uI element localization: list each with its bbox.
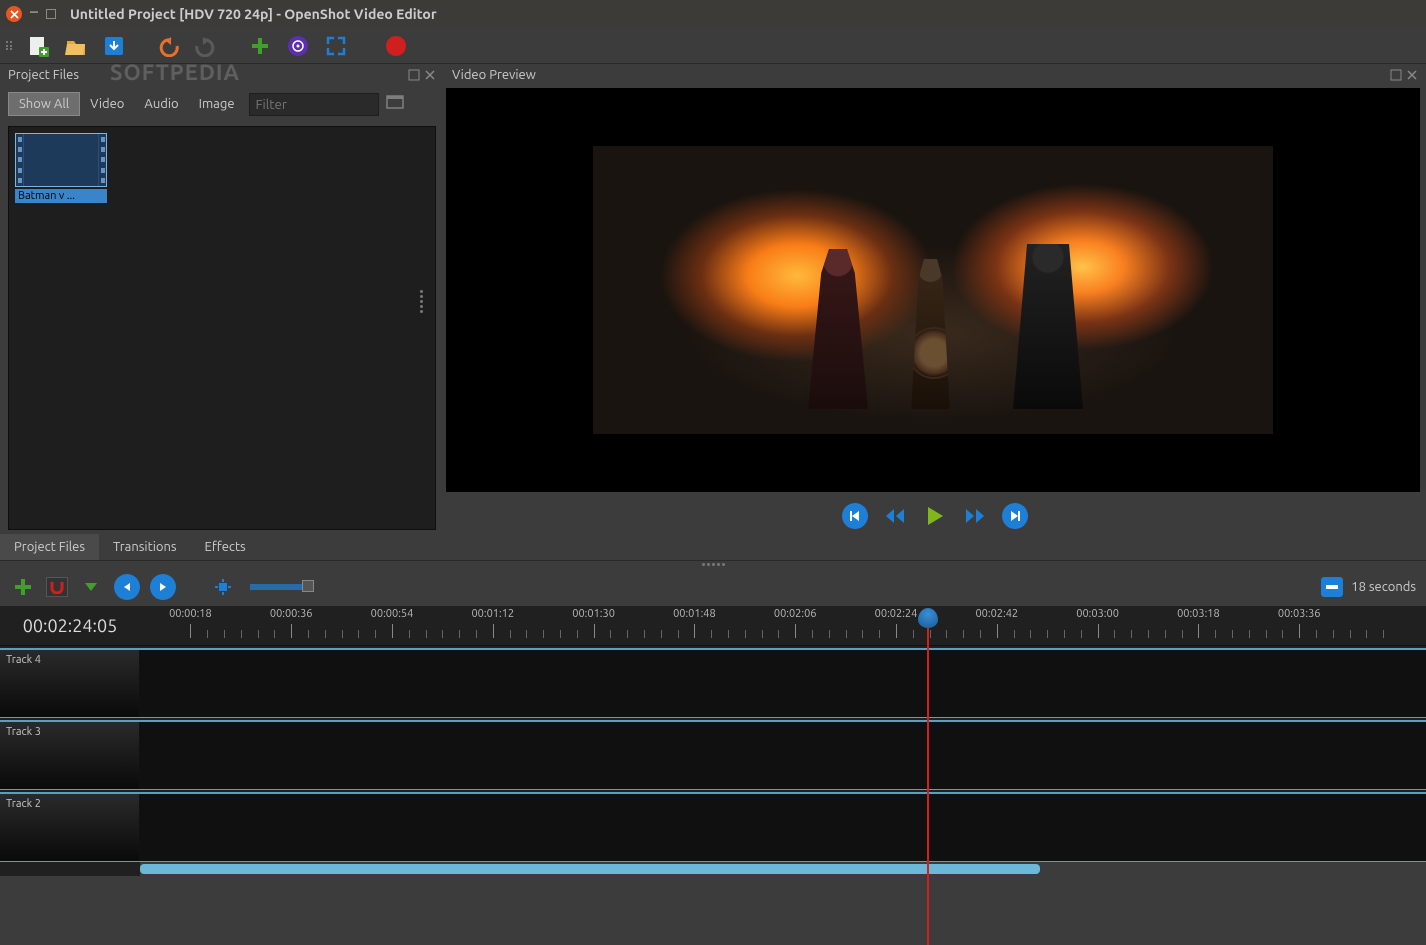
window-titlebar: – Untitled Project [HDV 720 24p] - OpenS… (0, 0, 1426, 28)
track-header[interactable]: Track 2 (0, 794, 140, 861)
toolbar-grip[interactable] (6, 41, 12, 50)
center-playhead-button[interactable] (210, 574, 236, 600)
jump-start-button[interactable] (841, 502, 869, 530)
ruler-label: 00:01:30 (572, 608, 615, 620)
snapping-button[interactable] (46, 577, 68, 597)
vertical-splitter[interactable] (420, 290, 424, 320)
filter-image-tab[interactable]: Image (189, 93, 245, 115)
tab-project-files[interactable]: Project Files (0, 534, 99, 560)
track-body[interactable] (140, 794, 1426, 861)
ruler-label: 00:03:36 (1278, 608, 1321, 620)
project-files-title: Project Files (8, 68, 79, 82)
filter-video-tab[interactable]: Video (80, 93, 134, 115)
video-preview-panel: Video Preview (444, 64, 1426, 534)
zoom-slider[interactable] (250, 584, 310, 590)
next-marker-button[interactable] (150, 574, 176, 600)
previous-marker-button[interactable] (114, 574, 140, 600)
import-files-button[interactable] (246, 32, 274, 60)
export-video-button[interactable] (382, 32, 410, 60)
add-track-button[interactable] (10, 574, 36, 600)
zoom-indicator-icon[interactable] (1321, 577, 1343, 597)
ruler-label: 00:00:54 (371, 608, 414, 620)
video-preview-title: Video Preview (452, 68, 536, 82)
timeline-scrollbar[interactable] (140, 862, 1426, 876)
thumbnail-view-button[interactable] (385, 92, 409, 116)
ruler-label: 00:03:18 (1177, 608, 1220, 620)
close-preview-icon[interactable] (1406, 69, 1418, 81)
timeline-track[interactable]: Track 4 (0, 648, 1426, 718)
jump-end-button[interactable] (1001, 502, 1029, 530)
video-frame (593, 146, 1273, 434)
timeline-toolbar: 18 seconds (0, 568, 1426, 606)
ruler-label: 00:01:12 (471, 608, 514, 620)
filter-audio-tab[interactable]: Audio (134, 93, 188, 115)
playback-controls (444, 494, 1426, 534)
ruler-label: 00:03:00 (1076, 608, 1119, 620)
clip-item[interactable]: Batman v ... (15, 133, 107, 203)
window-title: Untitled Project [HDV 720 24p] - OpenSho… (70, 6, 437, 22)
redo-button[interactable] (192, 32, 220, 60)
ruler-label: 00:00:18 (169, 608, 212, 620)
new-project-button[interactable] (24, 32, 52, 60)
ruler-label: 00:02:06 (774, 608, 817, 620)
undock-preview-icon[interactable] (1390, 69, 1402, 81)
project-files-panel: Project Files Show All Video Audio Image… (0, 64, 444, 534)
close-panel-icon[interactable] (424, 69, 436, 81)
tab-transitions[interactable]: Transitions (99, 534, 191, 560)
video-preview-viewport[interactable] (446, 88, 1420, 492)
add-marker-button[interactable] (78, 574, 104, 600)
save-project-button[interactable] (100, 32, 128, 60)
track-header[interactable]: Track 3 (0, 722, 140, 789)
project-files-toolbar: Show All Video Audio Image (0, 86, 444, 122)
current-timecode[interactable]: 00:02:24:05 (0, 606, 140, 645)
zoom-label: 18 seconds (1351, 580, 1416, 594)
fullscreen-button[interactable] (322, 32, 350, 60)
clip-label: Batman v ... (15, 189, 107, 203)
window-maximize-button[interactable] (46, 9, 56, 19)
fast-forward-button[interactable] (961, 502, 989, 530)
timeline-ruler[interactable]: 00:02:24:05 00:00:18 00:00:36 00:00:54 00:0… (0, 606, 1426, 646)
tab-effects[interactable]: Effects (191, 534, 260, 560)
open-project-button[interactable] (62, 32, 90, 60)
ruler-label: 00:02:24 (875, 608, 918, 620)
undo-button[interactable] (154, 32, 182, 60)
undock-icon[interactable] (408, 69, 420, 81)
rewind-button[interactable] (881, 502, 909, 530)
ruler-label: 00:02:42 (975, 608, 1018, 620)
horizontal-splitter[interactable] (0, 561, 1426, 568)
playhead[interactable] (927, 624, 929, 945)
track-body[interactable] (140, 722, 1426, 789)
filter-input[interactable] (249, 93, 379, 116)
ruler-label: 00:01:48 (673, 608, 716, 620)
clip-thumbnail (15, 133, 107, 187)
lower-panel-tabs: Project Files Transitions Effects (0, 534, 1426, 561)
window-close-button[interactable] (6, 6, 22, 22)
timeline: 00:02:24:05 00:00:18 00:00:36 00:00:54 00:0… (0, 606, 1426, 876)
main-toolbar (0, 28, 1426, 64)
track-header[interactable]: Track 4 (0, 650, 140, 717)
ruler-label: 00:00:36 (270, 608, 313, 620)
play-button[interactable] (921, 502, 949, 530)
track-body[interactable] (140, 650, 1426, 717)
timeline-track[interactable]: Track 3 (0, 720, 1426, 790)
profile-button[interactable] (284, 32, 312, 60)
project-files-list[interactable]: Batman v ... (8, 126, 436, 530)
timeline-track[interactable]: Track 2 (0, 792, 1426, 862)
filter-show-all-tab[interactable]: Show All (8, 92, 80, 116)
